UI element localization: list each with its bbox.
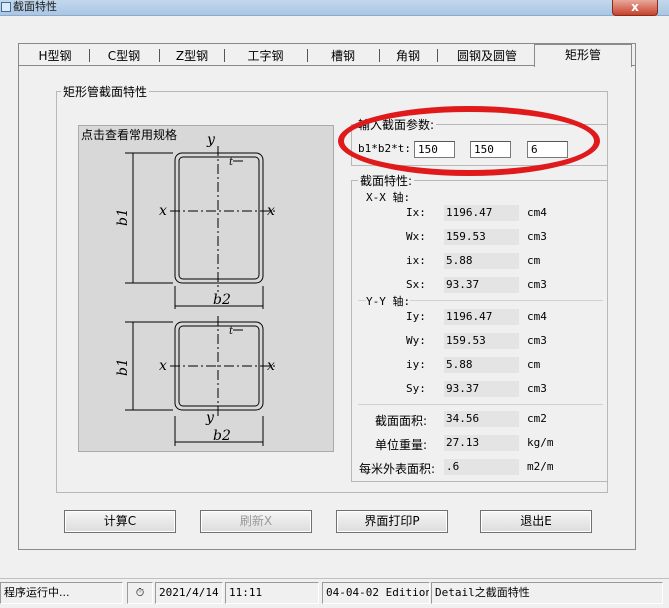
prop-value-wx: 159.53 (444, 229, 519, 245)
prop-name: Ix: (406, 206, 426, 219)
prop-value-ix: 1196.47 (444, 205, 519, 221)
print-button[interactable]: 界面打印P (336, 510, 448, 533)
tab-strip: H型钢 C型钢 Z型钢 工字钢 槽钢 角钢 圆钢及圆管 矩形管 (21, 44, 633, 67)
exit-button[interactable]: 退出E (480, 510, 592, 533)
tab-c-steel[interactable]: C型钢 (93, 47, 155, 66)
tab-separator (307, 49, 308, 62)
app-icon (1, 2, 11, 12)
label-y-bottom: y (205, 410, 215, 426)
tube-outer-top (174, 152, 264, 284)
surface-unit: m2/m (527, 460, 554, 473)
tab-rect-tube[interactable]: 矩形管 (534, 44, 632, 67)
tab-round[interactable]: 圆钢及圆管 (441, 47, 533, 66)
label-t-top: t (229, 157, 234, 168)
xx-axis-label: X-X 轴: (366, 191, 411, 204)
label-b2-bottom: b2 (213, 428, 231, 444)
tube-inner-top (178, 156, 260, 280)
tab-separator (224, 49, 225, 62)
tab-channel[interactable]: 槽钢 (311, 47, 375, 66)
area-value: 34.56 (444, 411, 519, 427)
other-divider (358, 404, 603, 405)
label-b1-bottom: b1 (115, 358, 131, 376)
status-module: Detail之截面特性 (431, 582, 663, 604)
yy-axis-label: Y-Y 轴: (366, 293, 411, 309)
weight-label: 单位重量: (375, 438, 428, 452)
prop-unit: cm (527, 358, 541, 371)
section-group-label: 矩形管截面特性 (61, 83, 150, 100)
prop-unit: cm4 (527, 310, 547, 323)
status-date: 2021/4/14 (155, 582, 223, 604)
label-y-top: y (206, 132, 216, 148)
prop-unit: cm3 (527, 230, 547, 243)
label-b2-top: b2 (213, 292, 231, 308)
prop-unit: cm4 (527, 206, 547, 219)
label-x-left-top: x (159, 203, 167, 219)
prop-unit: cm3 (527, 382, 547, 395)
properties-group-label: 截面特性: (358, 172, 415, 189)
weight-value: 27.13 (444, 435, 519, 451)
tab-i-beam[interactable]: 工字钢 (228, 47, 303, 66)
weight-unit: kg/m (527, 436, 554, 449)
tab-separator (437, 49, 438, 62)
status-bar: 程序运行中... ⏱ 2021/4/14 11:11 04-04-02 Edit… (0, 578, 669, 608)
label-t-bottom: t (229, 326, 234, 337)
status-edition: 04-04-02 Edition (322, 582, 430, 604)
prop-name: Sy: (406, 382, 426, 395)
tab-separator (89, 49, 90, 62)
prop-unit: cm (527, 254, 541, 267)
clock-icon: ⏱ (127, 582, 153, 604)
prop-name: Wx: (406, 230, 426, 243)
label-b1-top: b1 (115, 208, 131, 226)
title-bar: 截面特性 x (0, 0, 669, 16)
prop-name: Wy: (406, 334, 426, 347)
prop-value-sy: 93.37 (444, 381, 519, 397)
label-x-left-bottom: x (159, 358, 167, 374)
highlight-ellipse (338, 106, 600, 176)
calc-button[interactable]: 计算C (64, 510, 176, 533)
diagram-drawing: y x x t b2 x x t y b2 b1 b1 (115, 132, 277, 446)
surface-label: 每米外表面积: (359, 462, 436, 476)
section-diagram[interactable]: 点击查看常用规格 y x x t b2 x x t y b2 b1 b1 (78, 125, 334, 452)
tab-separator (379, 49, 380, 62)
tab-angle[interactable]: 角钢 (383, 47, 433, 66)
prop-value-wy: 159.53 (444, 333, 519, 349)
label-x-right-top: x (267, 203, 275, 219)
prop-value-rx: 5.88 (444, 253, 519, 269)
prop-unit: cm3 (527, 334, 547, 347)
area-unit: cm2 (527, 412, 547, 425)
prop-value-ry: 5.88 (444, 357, 519, 373)
prop-value-sx: 93.37 (444, 277, 519, 293)
prop-name: Sx: (406, 278, 426, 291)
status-running: 程序运行中... (0, 582, 123, 604)
close-button[interactable]: x (612, 0, 658, 16)
surface-value: .6 (444, 459, 519, 475)
tab-z-steel[interactable]: Z型钢 (163, 47, 221, 66)
label-x-right-bottom: x (267, 358, 275, 374)
prop-name: ix: (406, 254, 426, 267)
prop-unit: cm3 (527, 278, 547, 291)
area-label: 截面面积: (375, 414, 428, 428)
prop-name: iy: (406, 358, 426, 371)
window-title: 截面特性 (13, 0, 57, 13)
prop-name: Iy: (406, 310, 426, 323)
refresh-button[interactable]: 刷新X (200, 510, 312, 533)
status-time: 11:11 (225, 582, 319, 604)
tab-separator (159, 49, 160, 62)
prop-value-iy: 1196.47 (444, 309, 519, 325)
tab-h-steel[interactable]: H型钢 (25, 47, 85, 66)
